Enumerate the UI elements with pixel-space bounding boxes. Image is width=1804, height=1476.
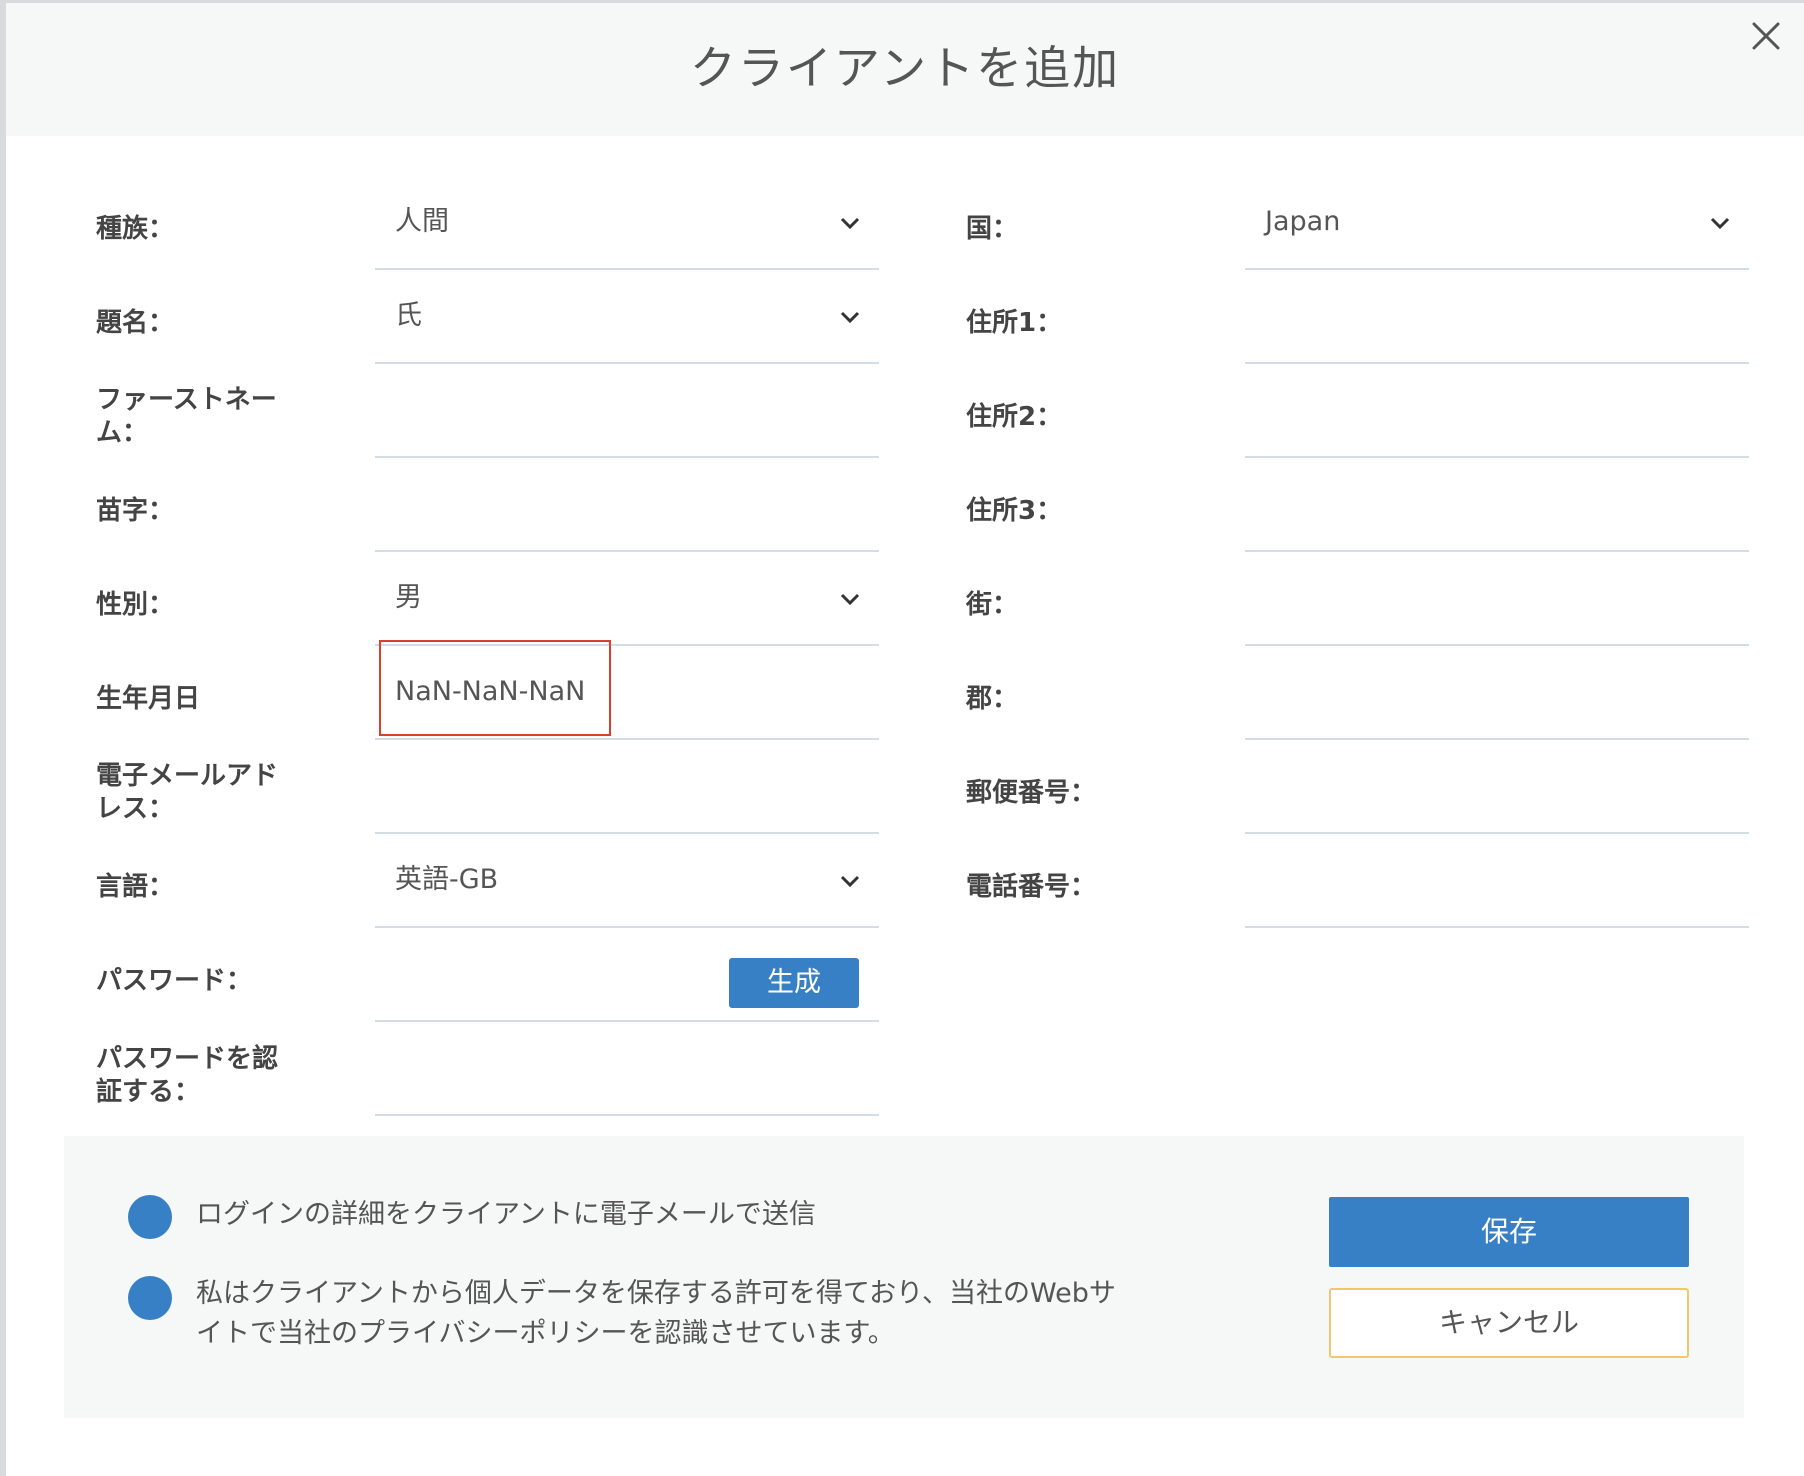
- close-icon[interactable]: [1748, 18, 1784, 54]
- county-field[interactable]: [1245, 646, 1749, 740]
- first-name-label-line1: ファーストネー: [96, 385, 277, 415]
- password-field[interactable]: 生成: [375, 928, 879, 1022]
- language-select[interactable]: 英語-GB: [375, 834, 879, 928]
- address3-field[interactable]: [1245, 458, 1749, 552]
- consent-text: 私はクライアントから個人データを保存する許可を得ており、当社のWebサ イトで当…: [196, 1274, 1116, 1354]
- chevron-down-icon: [840, 593, 860, 606]
- first-name-field[interactable]: [375, 364, 879, 458]
- email-label-line2: レス：: [96, 794, 175, 824]
- confirm-password-label-line2: 証する：: [96, 1077, 201, 1107]
- add-client-modal: クライアントを追加 種族： 人間 題名： 氏 ファーストネー ム： 苗字： 性別…: [6, 3, 1804, 1476]
- race-label: 種族：: [96, 214, 175, 244]
- modal-header: クライアントを追加: [6, 3, 1804, 136]
- address1-label: 住所1：: [966, 308, 1063, 338]
- last-name-label: 苗字：: [96, 496, 175, 526]
- gender-select[interactable]: 男: [375, 552, 879, 646]
- language-label: 言語：: [96, 872, 175, 902]
- email-label: 電子メールアド レス：: [96, 760, 278, 826]
- phone-field[interactable]: [1245, 834, 1749, 928]
- chevron-down-icon: [840, 311, 860, 324]
- race-value: 人間: [395, 206, 449, 237]
- email-label-line1: 電子メールアド: [96, 761, 279, 791]
- address2-label: 住所2：: [966, 402, 1063, 432]
- title-value: 氏: [395, 300, 422, 331]
- address3-label: 住所3：: [966, 496, 1063, 526]
- cancel-button[interactable]: キャンセル: [1329, 1288, 1689, 1358]
- consent-text-line2: イトで当社のプライバシーポリシーを認識させています。: [196, 1318, 895, 1349]
- confirm-password-label-line1: パスワードを認: [96, 1044, 279, 1074]
- gender-value: 男: [395, 582, 422, 613]
- dob-highlight-box: [379, 640, 611, 736]
- email-field[interactable]: [375, 740, 879, 834]
- password-label: パスワード：: [96, 966, 253, 996]
- title-select[interactable]: 氏: [375, 270, 879, 364]
- confirm-password-field[interactable]: [375, 1022, 879, 1116]
- modal-title: クライアントを追加: [689, 41, 1121, 95]
- language-value: 英語-GB: [395, 864, 499, 895]
- modal-footer: ログインの詳細をクライアントに電子メールで送信 私はクライアントから個人データを…: [64, 1136, 1744, 1418]
- country-value: Japan: [1265, 206, 1341, 237]
- postcode-label: 郵便番号：: [966, 778, 1097, 808]
- postcode-field[interactable]: [1245, 740, 1749, 834]
- town-label: 街：: [966, 590, 1019, 620]
- dob-label: 生年月日: [96, 684, 201, 714]
- gender-label: 性別：: [96, 590, 175, 620]
- generate-password-button[interactable]: 生成: [729, 958, 859, 1008]
- race-select[interactable]: 人間: [375, 176, 879, 270]
- title-label: 題名：: [96, 308, 175, 338]
- county-label: 郡：: [966, 684, 1019, 714]
- country-label: 国：: [966, 214, 1019, 244]
- chevron-down-icon: [840, 875, 860, 888]
- chevron-down-icon: [840, 217, 860, 230]
- first-name-label: ファーストネー ム：: [96, 384, 277, 450]
- consent-text-line1: 私はクライアントから個人データを保存する許可を得ており、当社のWebサ: [196, 1278, 1116, 1309]
- last-name-field[interactable]: [375, 458, 879, 552]
- country-select[interactable]: Japan: [1245, 176, 1749, 270]
- first-name-label-line2: ム：: [96, 418, 149, 448]
- save-button[interactable]: 保存: [1329, 1197, 1689, 1267]
- address1-field[interactable]: [1245, 270, 1749, 364]
- consent-toggle[interactable]: [128, 1276, 172, 1320]
- confirm-password-label: パスワードを認 証する：: [96, 1043, 278, 1109]
- phone-label: 電話番号：: [966, 872, 1097, 902]
- address2-field[interactable]: [1245, 364, 1749, 458]
- chevron-down-icon: [1710, 217, 1730, 230]
- email-login-toggle[interactable]: [128, 1195, 172, 1239]
- town-field[interactable]: [1245, 552, 1749, 646]
- email-login-text: ログインの詳細をクライアントに電子メールで送信: [196, 1199, 816, 1230]
